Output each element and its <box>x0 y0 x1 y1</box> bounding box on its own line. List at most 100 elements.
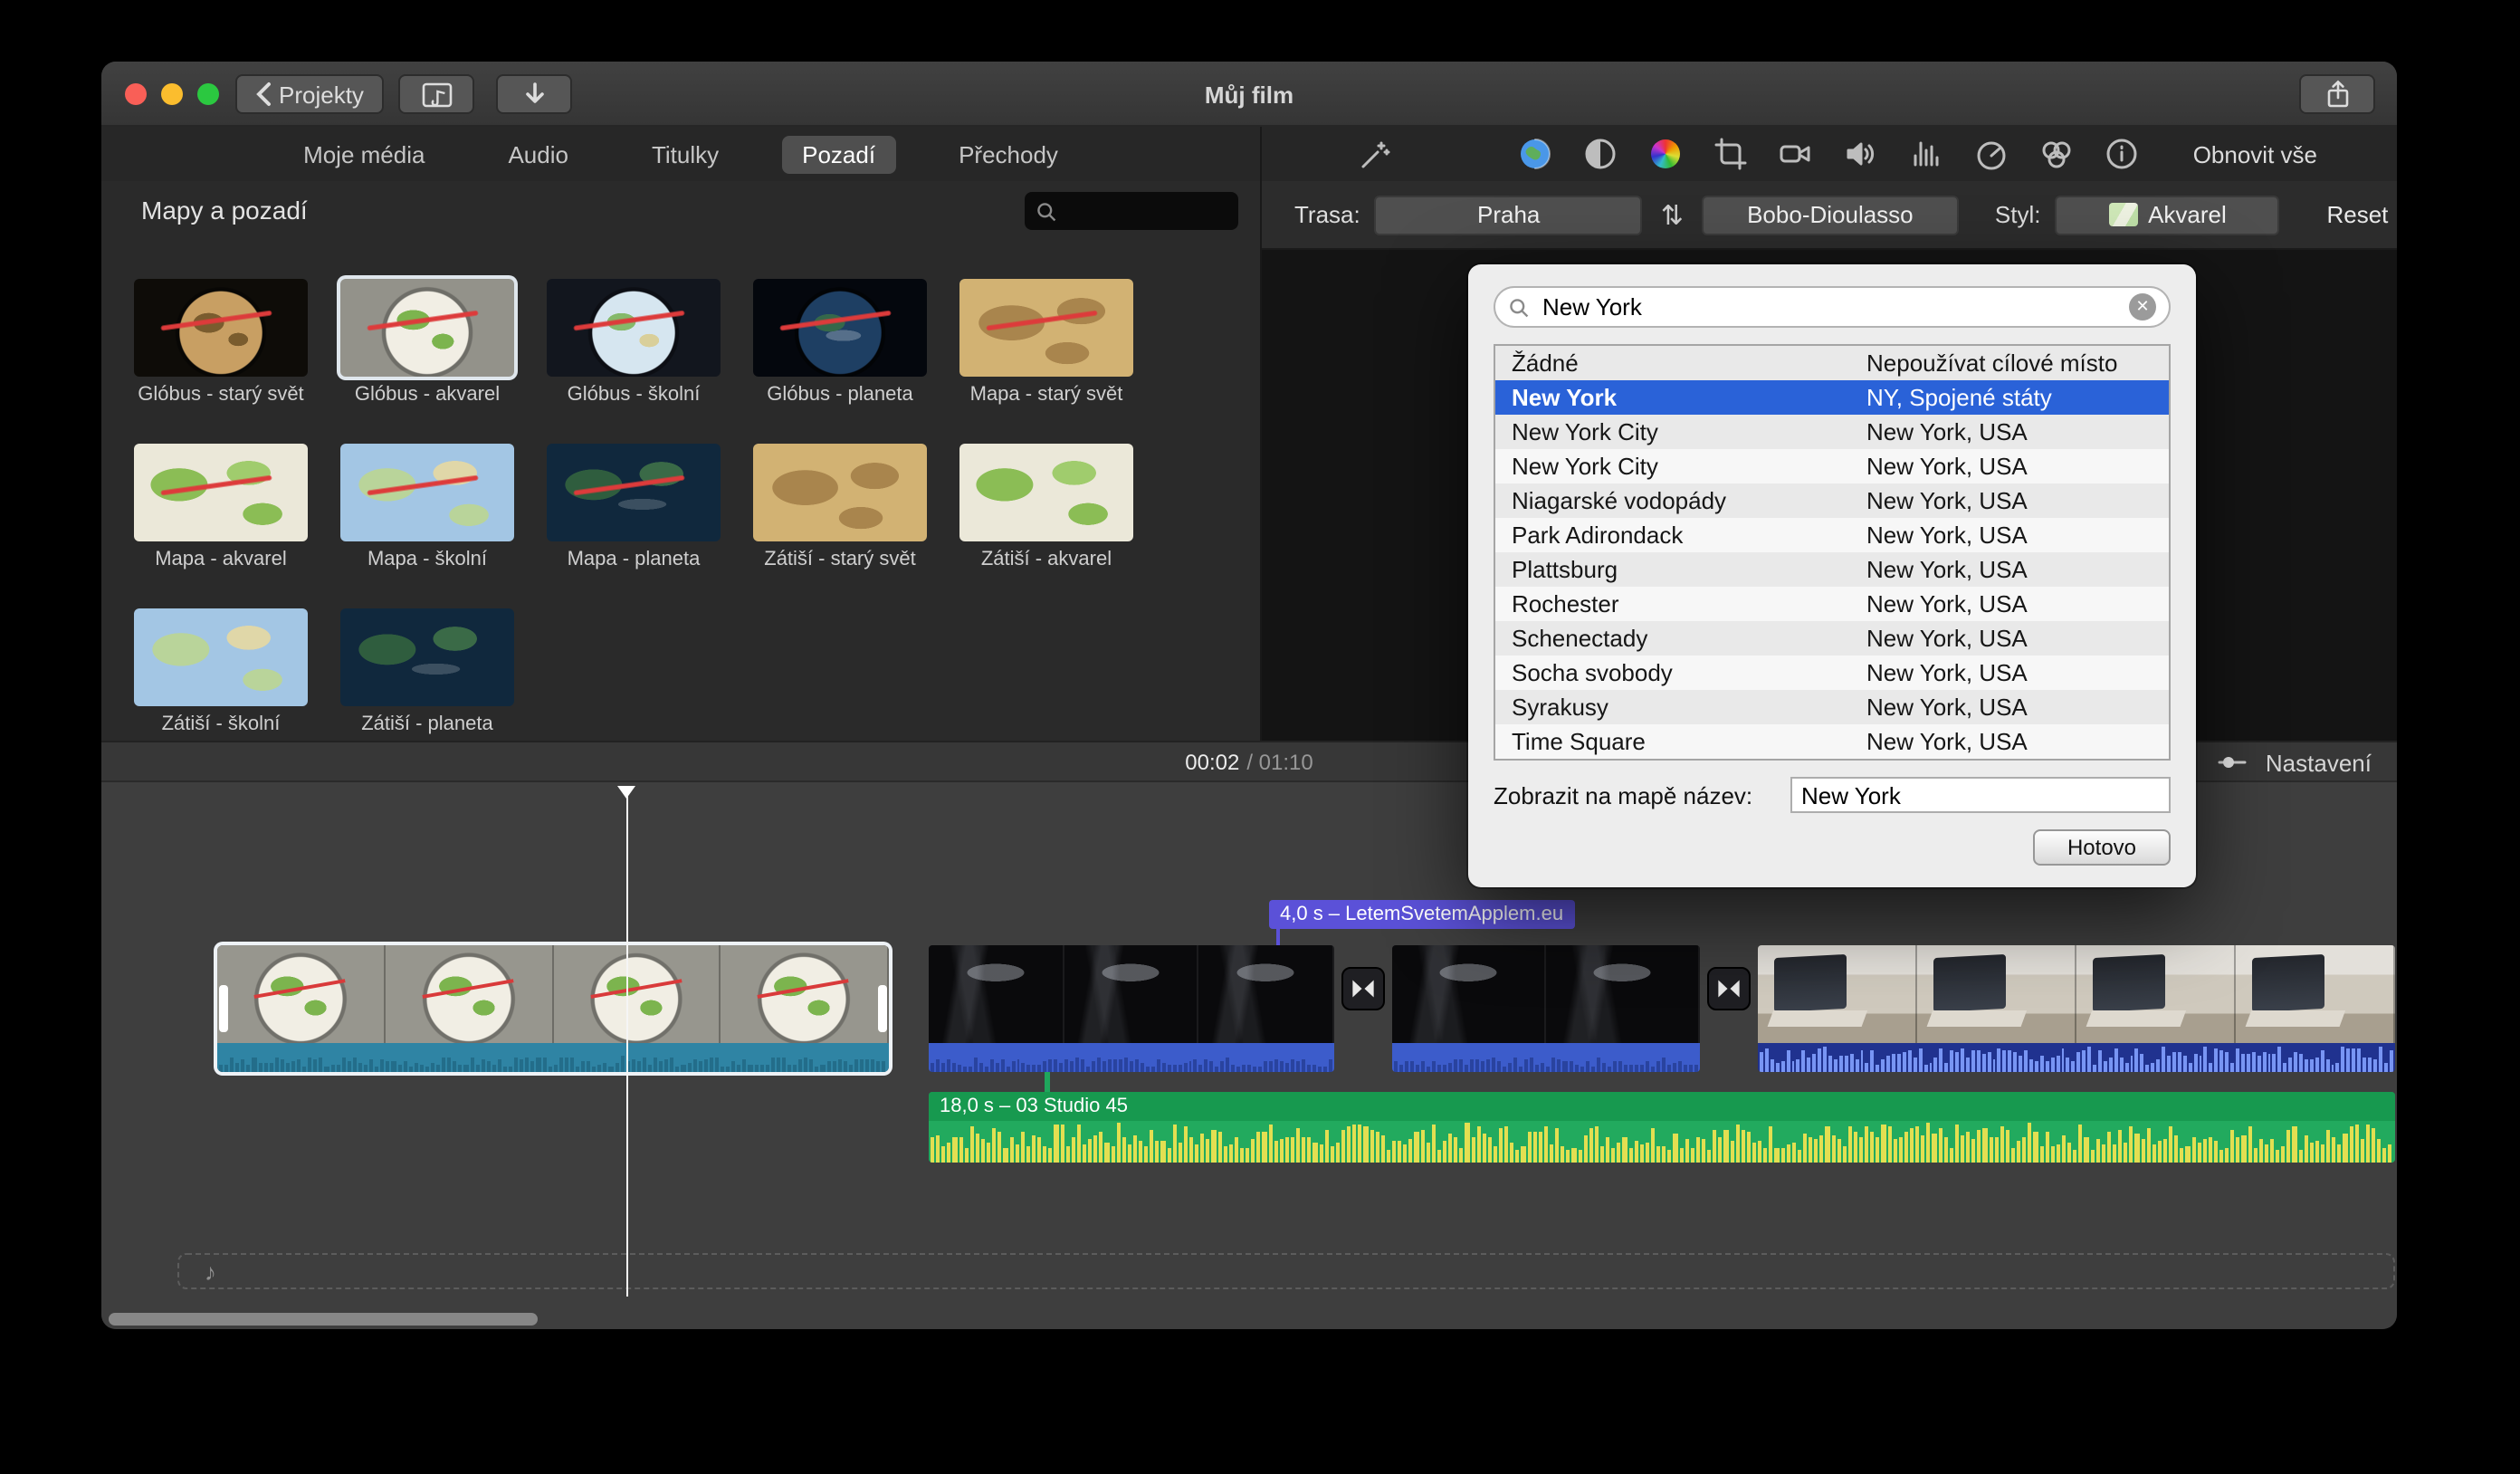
close-window-button[interactable] <box>125 83 147 105</box>
color-balance-button[interactable] <box>1580 134 1620 174</box>
swap-route-icon[interactable]: ⇅ <box>1657 198 1687 231</box>
background-item[interactable]: Mapa - planeta <box>547 444 721 570</box>
background-item[interactable]: Zátiší - planeta <box>340 608 514 735</box>
map-name-row: Zobrazit na mapě název: <box>1494 777 2171 813</box>
clip-filmstrip <box>1392 945 1700 1043</box>
color-correction-button[interactable] <box>1646 134 1685 174</box>
transition-bowtie-icon <box>1714 976 1743 1001</box>
background-label: Zátiší - akvarel <box>959 549 1133 570</box>
location-row[interactable]: SchenectadyNew York, USA <box>1495 621 2169 656</box>
transition-button-1[interactable] <box>1341 967 1385 1010</box>
clip-filmstrip <box>217 945 889 1043</box>
background-thumbnail[interactable] <box>753 279 927 377</box>
background-item[interactable]: Glóbus - akvarel <box>340 279 514 406</box>
background-item[interactable]: Mapa - starý svět <box>959 279 1133 406</box>
location-row[interactable]: Socha svobodyNew York, USA <box>1495 656 2169 690</box>
route-end-button[interactable]: Bobo-Dioulasso <box>1702 195 1959 234</box>
background-item[interactable]: Glóbus - planeta <box>753 279 927 406</box>
timeline-clip-globe[interactable] <box>217 945 889 1072</box>
timeline-clip-video-3[interactable] <box>1758 945 2395 1072</box>
location-search-field[interactable]: ✕ <box>1494 286 2171 328</box>
transition-button-2[interactable] <box>1707 967 1751 1010</box>
timeline-scrollbar[interactable] <box>109 1313 538 1326</box>
clip-filter-button[interactable] <box>2037 134 2076 174</box>
timeline-clip-video-1[interactable] <box>929 945 1334 1072</box>
tab-moje-media[interactable]: Moje média <box>283 135 444 173</box>
reset-button[interactable]: Reset <box>2326 201 2388 228</box>
playhead[interactable] <box>626 790 628 1297</box>
stabilization-button[interactable] <box>1776 134 1816 174</box>
location-row[interactable]: Park AdirondackNew York, USA <box>1495 518 2169 552</box>
done-button[interactable]: Hotovo <box>2033 829 2171 866</box>
tab-titulky[interactable]: Titulky <box>632 135 739 173</box>
background-thumbnail[interactable] <box>134 279 308 377</box>
location-search-input[interactable] <box>1539 292 2120 322</box>
background-item[interactable]: Zátiší - školní <box>134 608 308 735</box>
background-thumbnail[interactable] <box>547 444 721 541</box>
tab-audio[interactable]: Audio <box>488 135 588 173</box>
background-item[interactable]: Zátiší - starý svět <box>753 444 927 570</box>
crop-button[interactable] <box>1711 134 1751 174</box>
tab-pozadi[interactable]: Pozadí <box>782 135 895 173</box>
transition-bowtie-icon <box>1349 976 1378 1001</box>
location-row[interactable]: Time SquareNew York, USA <box>1495 724 2169 759</box>
location-row[interactable]: PlattsburgNew York, USA <box>1495 552 2169 587</box>
background-label: Mapa - školní <box>340 549 514 570</box>
minimize-window-button[interactable] <box>161 83 183 105</box>
background-thumbnail[interactable] <box>340 444 514 541</box>
reset-all-button[interactable]: Obnovit vše <box>2193 140 2317 168</box>
media-browser-button[interactable] <box>398 74 474 114</box>
background-label: Mapa - planeta <box>547 549 721 570</box>
background-thumbnail[interactable] <box>753 444 927 541</box>
browser-search-input[interactable] <box>1064 196 1227 225</box>
background-thumbnail[interactable] <box>959 279 1133 377</box>
location-name: New York City <box>1512 453 1866 480</box>
info-button[interactable] <box>2102 134 2142 174</box>
route-start-button[interactable]: Praha <box>1375 195 1643 234</box>
trim-handle-left[interactable] <box>219 985 228 1032</box>
timeline-clip-video-2[interactable] <box>1392 945 1700 1072</box>
location-row[interactable]: New York CityNew York, USA <box>1495 415 2169 449</box>
map-style-button[interactable]: Akvarel <box>2055 195 2279 234</box>
enhance-button[interactable] <box>1356 134 1396 174</box>
background-music-clip[interactable]: 18,0 s – 03 Studio 45 <box>929 1092 2395 1163</box>
location-row[interactable]: SyrakusyNew York, USA <box>1495 690 2169 724</box>
location-row[interactable]: Niagarské vodopádyNew York, USA <box>1495 483 2169 518</box>
background-item[interactable]: Zátiší - akvarel <box>959 444 1133 570</box>
tab-prechody[interactable]: Přechody <box>939 135 1078 173</box>
location-row[interactable]: New York CityNew York, USA <box>1495 449 2169 483</box>
background-thumbnail[interactable] <box>959 444 1133 541</box>
timeline-settings-button[interactable]: Nastavení <box>2266 749 2372 776</box>
background-thumbnail[interactable] <box>134 444 308 541</box>
background-thumbnail[interactable] <box>340 279 514 377</box>
location-region: New York, USA <box>1866 487 2169 514</box>
adjust-toolbar: Obnovit vše <box>1262 127 2397 181</box>
background-item[interactable]: Mapa - akvarel <box>134 444 308 570</box>
volume-button[interactable] <box>1841 134 1881 174</box>
zoom-slider-icon[interactable] <box>2219 751 2248 773</box>
noise-equalizer-button[interactable] <box>1906 134 1946 174</box>
location-row[interactable]: New YorkNY, Spojené státy <box>1495 380 2169 415</box>
clear-search-button[interactable]: ✕ <box>2129 293 2156 321</box>
background-item[interactable]: Glóbus - starý svět <box>134 279 308 406</box>
chevron-left-icon <box>255 81 272 107</box>
location-row[interactable]: ŽádnéNepoužívat cílové místo <box>1495 346 2169 380</box>
import-media-button[interactable] <box>496 74 572 114</box>
background-thumbnail[interactable] <box>134 608 308 706</box>
back-to-projects-button[interactable]: Projekty <box>235 74 384 114</box>
music-drop-zone[interactable]: ♪ <box>177 1253 2395 1289</box>
browser-search-field[interactable] <box>1025 192 1238 230</box>
map-settings-button[interactable] <box>1515 134 1555 174</box>
background-item[interactable]: Glóbus - školní <box>547 279 721 406</box>
background-item[interactable]: Mapa - školní <box>340 444 514 570</box>
zoom-window-button[interactable] <box>197 83 219 105</box>
background-label: Glóbus - starý svět <box>134 384 308 406</box>
background-thumbnail[interactable] <box>340 608 514 706</box>
trim-handle-right[interactable] <box>878 985 887 1032</box>
map-name-input[interactable] <box>1790 777 2171 813</box>
playhead-handle[interactable] <box>617 786 635 808</box>
location-row[interactable]: RochesterNew York, USA <box>1495 587 2169 621</box>
background-thumbnail[interactable] <box>547 279 721 377</box>
share-button[interactable] <box>2299 74 2375 114</box>
speed-button[interactable] <box>1971 134 2011 174</box>
